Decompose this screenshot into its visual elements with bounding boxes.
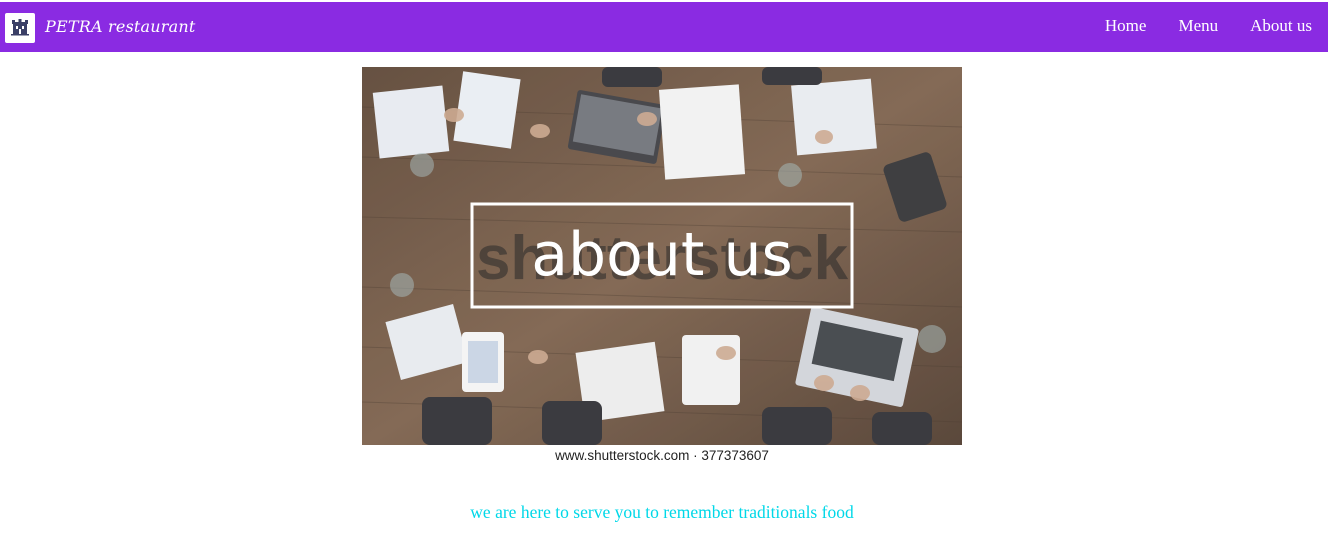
nav-links: Home Menu About us: [1105, 16, 1312, 36]
about-hero-image: shutterstock about us www.shutterstock.c…: [362, 67, 962, 467]
nav-home-link[interactable]: Home: [1105, 16, 1147, 36]
image-credit: www.shutterstock.com · 377373607: [362, 445, 962, 467]
about-us-heading: about us: [531, 220, 792, 290]
tagline-text: we are here to serve you to remember tra…: [470, 502, 854, 522]
nav-menu-link[interactable]: Menu: [1178, 16, 1218, 36]
logo[interactable]: [5, 13, 35, 43]
navbar: PETRA restaurant Home Menu About us: [0, 2, 1328, 52]
brand-name[interactable]: PETRA restaurant: [45, 17, 196, 36]
office-desk-photo: shutterstock about us: [362, 67, 962, 445]
building-logo-icon: [11, 19, 29, 36]
nav-about-link[interactable]: About us: [1250, 16, 1312, 36]
